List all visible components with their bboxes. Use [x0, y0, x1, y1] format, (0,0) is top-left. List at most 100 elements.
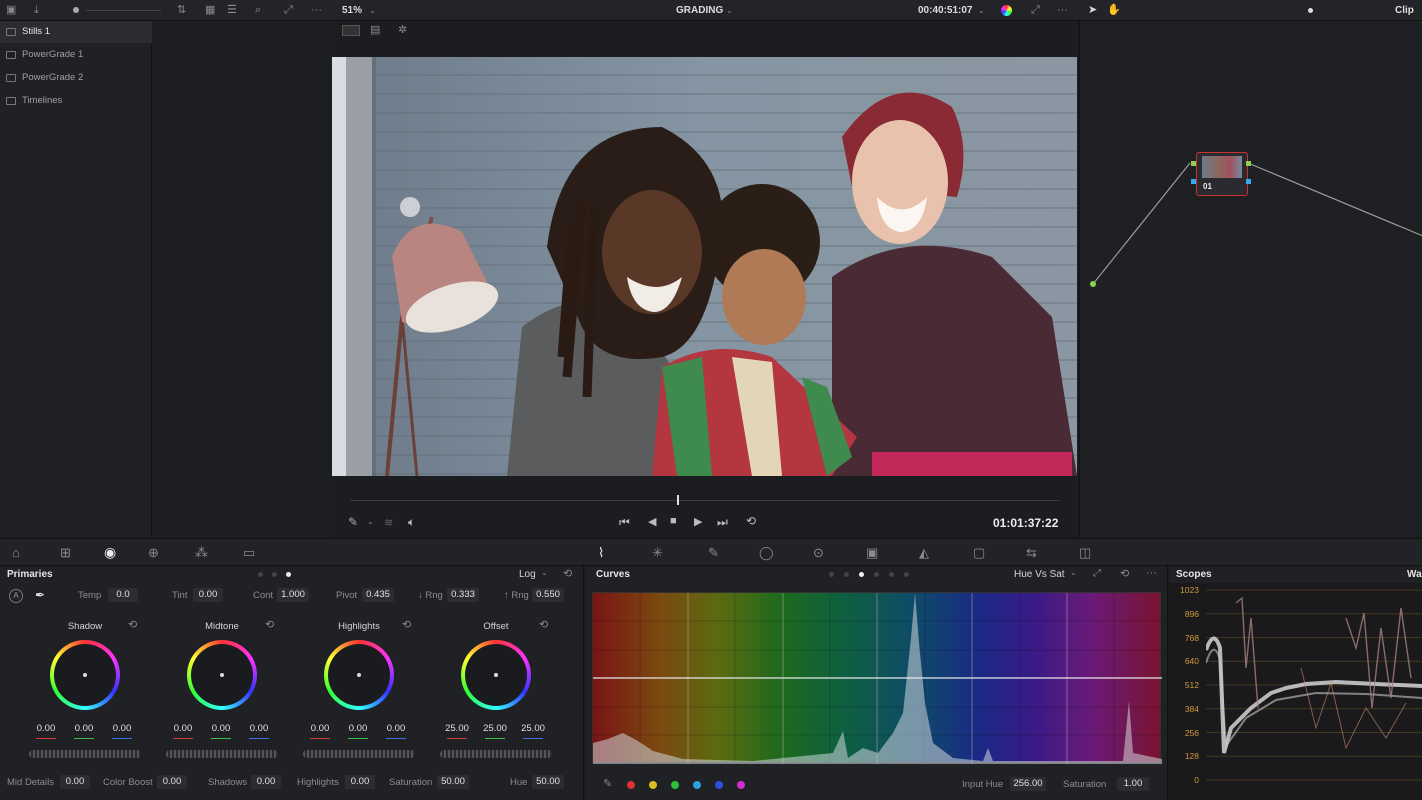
loop-icon[interactable]: ⟲ [746, 514, 756, 528]
key-icon[interactable]: ▢ [973, 542, 985, 563]
color-wheel[interactable] [187, 640, 257, 710]
curves-reset-icon[interactable]: ⟲ [1120, 567, 1129, 580]
magic-mask-icon[interactable]: ▣ [866, 542, 878, 563]
gallery-size-slider[interactable] [86, 10, 161, 11]
curve-mode-dot[interactable] [844, 572, 849, 577]
gallery-stills-area[interactable] [152, 21, 332, 537]
curve-mode-dot[interactable] [889, 572, 894, 577]
expand-icon[interactable]: ⤢ [284, 0, 293, 21]
hue-swatch[interactable] [693, 781, 701, 789]
input-hue-value[interactable]: 256.00 [1010, 777, 1046, 791]
hand-tool-icon[interactable]: ✋ [1107, 0, 1121, 21]
curve-type-dropdown[interactable]: Hue Vs Sat [1014, 569, 1065, 580]
stop-icon[interactable]: ■ [670, 515, 677, 527]
temp-value[interactable]: 0.0 [108, 588, 138, 602]
wheel-puck[interactable] [220, 673, 224, 677]
fullscreen-icon[interactable]: ⤢ [1031, 0, 1040, 21]
rgb-mixer-icon[interactable]: ⁂ [195, 542, 208, 563]
wheel-value-b[interactable]: 0.00 [244, 723, 274, 734]
scope-type-label[interactable]: Wa [1407, 569, 1422, 580]
viewer-frame[interactable] [332, 57, 1077, 476]
wheel-value-g[interactable]: 25.00 [480, 723, 510, 734]
scrubber-playhead[interactable] [676, 495, 679, 505]
scrubber-track[interactable] [350, 500, 1060, 501]
page-dot-1[interactable] [258, 572, 263, 577]
auto-balance-icon[interactable]: A [9, 589, 23, 603]
hue-swatch[interactable] [649, 781, 657, 789]
wheel-value-b[interactable]: 25.00 [518, 723, 548, 734]
wheel-value-g[interactable]: 0.00 [69, 723, 99, 734]
master-wheel-slider[interactable] [440, 750, 552, 758]
sizing-icon[interactable]: ⇆ [1026, 542, 1037, 563]
zoom-chevron-down-icon[interactable]: ⌄ [369, 0, 376, 21]
color-boost-value[interactable]: 0.00 [157, 775, 187, 789]
node-output-rgb[interactable] [1246, 161, 1251, 166]
curve-picker-icon[interactable]: ✎ [603, 777, 612, 790]
hue-vs-sat-graph[interactable] [592, 592, 1162, 764]
wheel-value-b[interactable]: 0.00 [381, 723, 411, 734]
hdr-icon[interactable]: ⊕ [148, 542, 159, 563]
wheel-value-b[interactable]: 0.00 [107, 723, 137, 734]
master-wheel-slider[interactable] [166, 750, 278, 758]
master-wheel-slider[interactable] [29, 750, 141, 758]
curve-mode-dot[interactable] [859, 572, 864, 577]
wheels-mode-dropdown[interactable]: Log [519, 569, 536, 580]
panel-toggle-icon[interactable]: ▣ [6, 0, 16, 21]
page-dot-3[interactable] [286, 572, 291, 577]
wheel-puck[interactable] [357, 673, 361, 677]
wheel-value-r[interactable]: 0.00 [305, 723, 335, 734]
play-icon[interactable]: ▶︎ [694, 515, 702, 528]
curves-expand-icon[interactable]: ⤢ [1093, 568, 1101, 579]
color-wheels-icon[interactable]: ◉ [104, 542, 116, 563]
page-chevron-down-icon[interactable]: ⌄ [726, 0, 733, 21]
timecode-chevron-down-icon[interactable]: ⌄ [978, 0, 985, 21]
wheel-value-g[interactable]: 0.00 [343, 723, 373, 734]
3d-icon[interactable]: ◫ [1079, 542, 1091, 563]
color-wheel[interactable] [324, 640, 394, 710]
single-view-icon[interactable] [342, 25, 360, 36]
blur-icon[interactable]: ◭ [919, 542, 929, 563]
node-input-rgb[interactable] [1191, 161, 1196, 166]
wheel-reset-icon[interactable]: ⟲ [402, 618, 411, 631]
pointer-tool-icon[interactable]: ➤ [1088, 0, 1097, 21]
curve-mode-dot[interactable] [904, 572, 909, 577]
hue-value[interactable]: 50.00 [532, 775, 564, 789]
hue-swatch[interactable] [671, 781, 679, 789]
curve-mode-dot[interactable] [829, 572, 834, 577]
qualifier-icon[interactable]: ✎ [708, 542, 719, 563]
window-icon[interactable]: ◯ [759, 542, 774, 563]
page-title[interactable]: GRADING [676, 0, 723, 21]
wheel-reset-icon[interactable]: ⟲ [539, 618, 548, 631]
skip-to-end-icon[interactable]: ⏭︎ [717, 515, 728, 530]
mode-chevron-down-icon[interactable]: ⌄ [541, 568, 548, 577]
search-icon[interactable]: ⌕ [255, 0, 261, 21]
motion-effects-icon[interactable]: ▭ [243, 542, 255, 563]
highlights-value[interactable]: 0.00 [345, 775, 375, 789]
wheel-value-g[interactable]: 0.00 [206, 723, 236, 734]
corrector-node-01[interactable]: 01 [1196, 152, 1248, 196]
split-view-icon[interactable]: ▤ [370, 20, 380, 41]
hue-swatch[interactable] [627, 781, 635, 789]
grid-view-icon[interactable]: ▦ [205, 0, 215, 21]
sort-icon[interactable]: ⇅ [177, 0, 186, 21]
wheel-puck[interactable] [494, 673, 498, 677]
contrast-value[interactable]: 1.000 [277, 588, 309, 602]
shadows-value[interactable]: 0.00 [251, 775, 281, 789]
tracker-icon[interactable]: ⊙ [813, 542, 824, 563]
wheel-reset-icon[interactable]: ⟲ [265, 618, 274, 631]
node-output-key[interactable] [1246, 179, 1251, 184]
wheel-value-r[interactable]: 0.00 [168, 723, 198, 734]
wheel-value-r[interactable]: 0.00 [31, 723, 61, 734]
color-wheel[interactable] [461, 640, 531, 710]
play-reverse-icon[interactable]: ◀︎ [648, 515, 656, 528]
import-icon[interactable]: ⤓ [34, 0, 39, 21]
clip-mode-label[interactable]: Clip [1395, 0, 1414, 21]
reset-icon[interactable]: ⟲ [563, 567, 572, 580]
curves-options-icon[interactable]: ··· [1146, 567, 1157, 579]
color-picker-icon[interactable]: ✎ [348, 515, 358, 529]
list-view-icon[interactable]: ☰ [227, 0, 237, 21]
curve-mode-dot[interactable] [874, 572, 879, 577]
album-stills-1[interactable]: Stills 1 [0, 21, 152, 43]
node-input-key[interactable] [1191, 179, 1196, 184]
color-warper-icon[interactable]: ✳ [652, 542, 663, 563]
